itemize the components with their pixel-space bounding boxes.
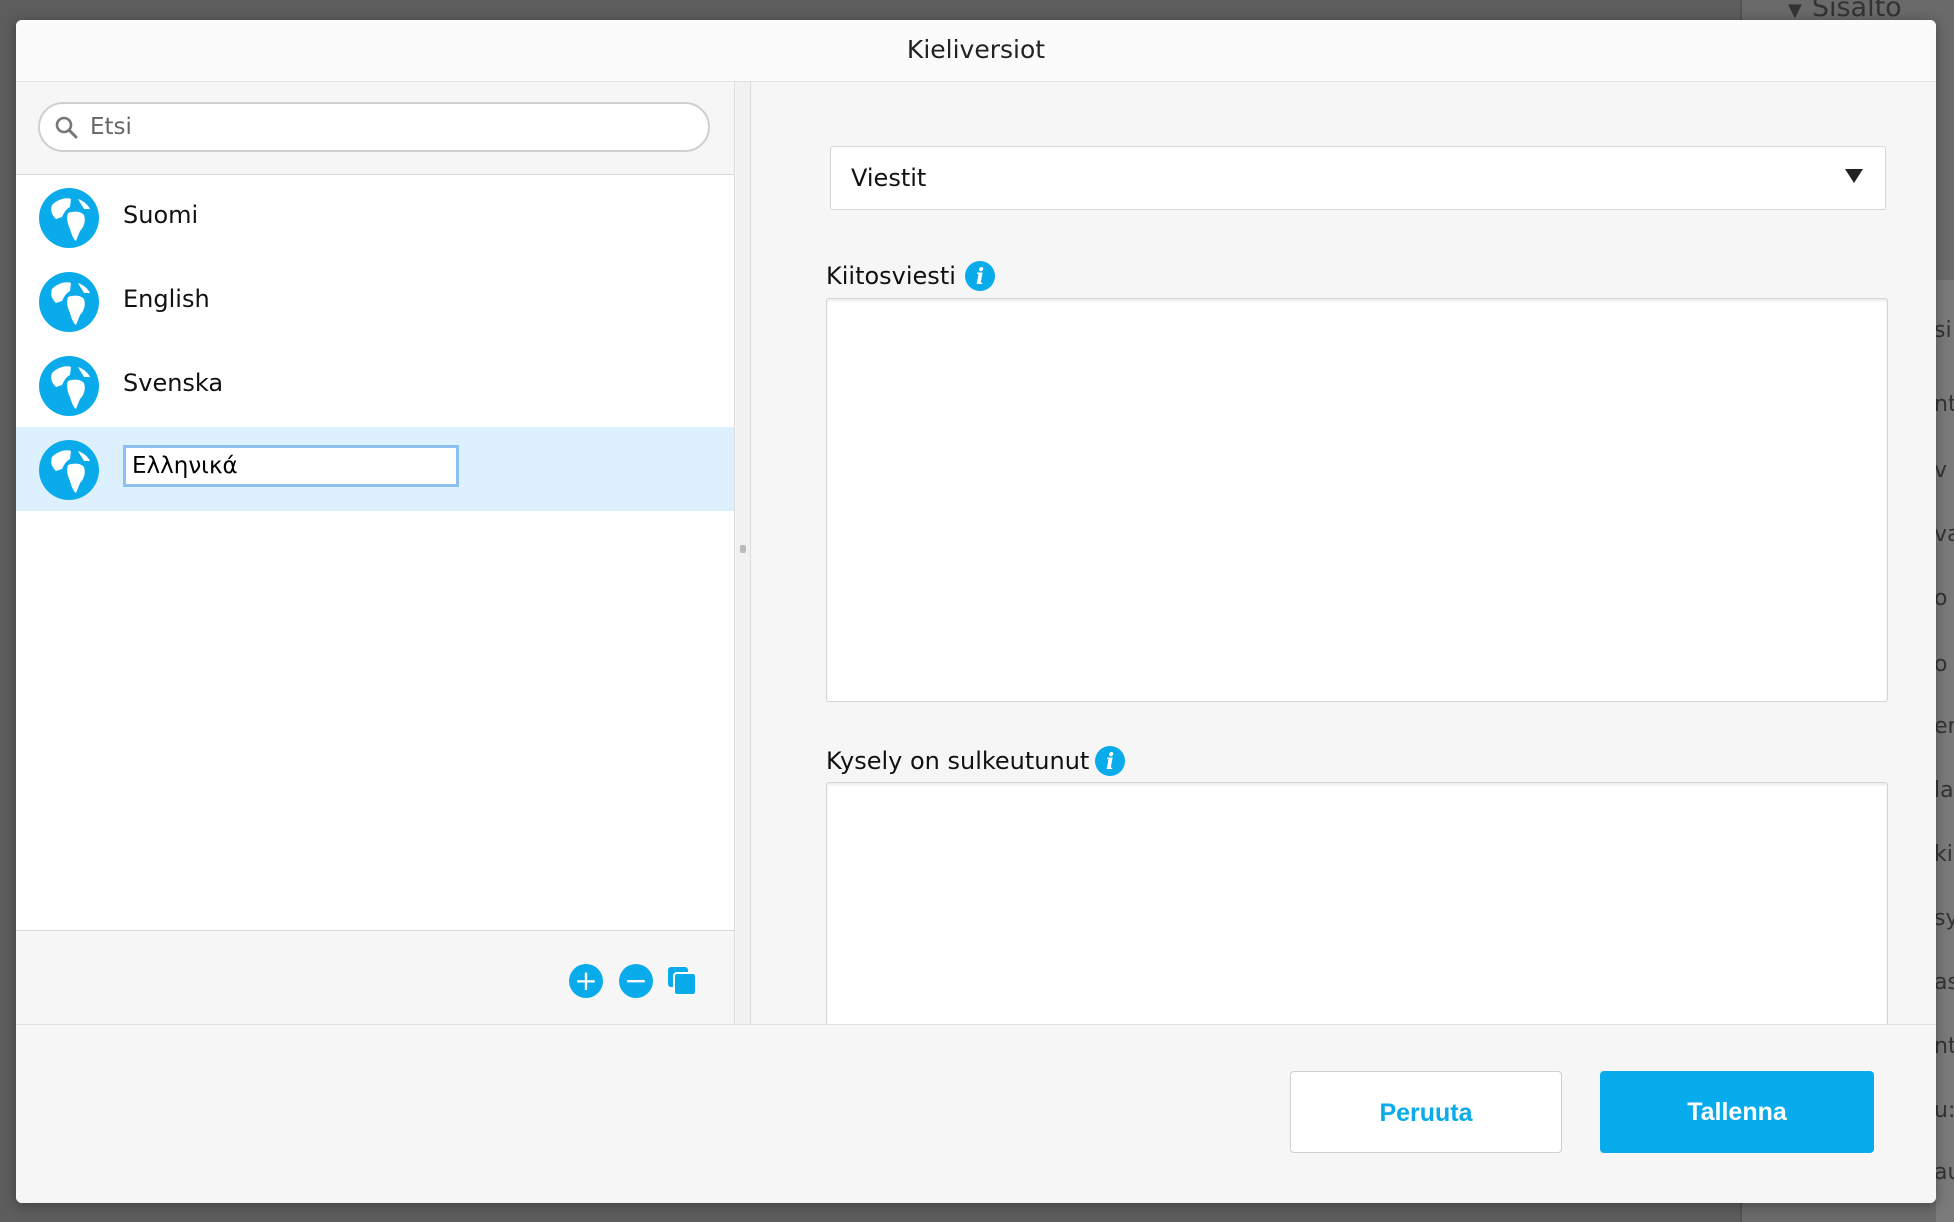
dialog-title: Kieliversiot: [16, 20, 1936, 82]
background-fragment: si: [1934, 318, 1952, 343]
duplicate-language-button[interactable]: [666, 965, 698, 997]
add-language-button[interactable]: +: [569, 964, 603, 998]
globe-icon: [39, 356, 99, 416]
background-fragment: as: [1934, 970, 1954, 995]
messages-pane: Viestit Kiitosviesti i Kysely on sulkeut…: [751, 82, 1936, 1042]
survey-closed-message-textarea[interactable]: [826, 782, 1888, 1042]
background-fragment: o: [1934, 586, 1948, 611]
background-fragment: o: [1934, 652, 1948, 677]
pane-resize-handle[interactable]: [736, 82, 751, 1024]
svg-text:i: i: [976, 264, 984, 290]
background-fragment: va: [1934, 522, 1954, 547]
background-fragment: nt: [1934, 392, 1954, 417]
language-item-suomi[interactable]: Suomi: [16, 175, 734, 259]
search-input[interactable]: [88, 107, 692, 147]
language-list-pane: Suomi English Svenska: [16, 82, 735, 1025]
language-item-ellinika[interactable]: [16, 427, 734, 511]
language-name-edit-field[interactable]: [123, 445, 459, 487]
language-list: Suomi English Svenska: [16, 175, 734, 511]
language-item-english[interactable]: English: [16, 259, 734, 343]
background-fragment: au: [1934, 1160, 1954, 1185]
caret-down-icon: [1845, 169, 1863, 183]
background-fragment: ki: [1934, 842, 1953, 867]
background-fragment: la: [1934, 778, 1954, 803]
plus-icon: +: [574, 964, 598, 997]
language-label: Suomi: [123, 201, 199, 229]
thank-you-message-textarea[interactable]: [826, 298, 1888, 702]
background-fragment: nt: [1934, 1034, 1954, 1059]
globe-icon: [39, 440, 99, 500]
dialog-footer: Peruuta Tallenna: [16, 1024, 1936, 1203]
language-item-svenska[interactable]: Svenska: [16, 343, 734, 427]
search-icon: [55, 116, 78, 139]
thank-you-message-label: Kiitosviesti: [826, 262, 956, 290]
background-fragment: sy: [1934, 906, 1954, 931]
list-toolbar: + −: [16, 930, 734, 1025]
dropdown-selected-value: Viestit: [851, 164, 927, 192]
minus-icon: −: [624, 964, 648, 997]
language-label: Svenska: [123, 369, 224, 397]
globe-icon: [39, 272, 99, 332]
background-fragment: en: [1934, 714, 1954, 739]
search-box[interactable]: [38, 102, 710, 152]
resize-grip-icon: [740, 545, 746, 553]
info-icon[interactable]: i: [1094, 745, 1126, 777]
survey-closed-message-label: Kysely on sulkeutunut: [826, 747, 1090, 775]
language-label: English: [123, 285, 210, 313]
background-fragment: u:: [1934, 1098, 1954, 1123]
save-button[interactable]: Tallenna: [1600, 1071, 1874, 1153]
search-area: [16, 82, 734, 175]
svg-text:i: i: [1106, 749, 1114, 775]
remove-language-button[interactable]: −: [619, 964, 653, 998]
language-versions-dialog: Kieliversiot Suomi: [16, 20, 1936, 1203]
background-panel-strip: [1936, 280, 1954, 1222]
globe-icon: [39, 188, 99, 248]
cancel-button[interactable]: Peruuta: [1290, 1071, 1562, 1153]
section-dropdown[interactable]: Viestit: [830, 146, 1886, 210]
triangle-down-icon: ▼: [1788, 0, 1802, 21]
info-icon[interactable]: i: [964, 260, 996, 292]
